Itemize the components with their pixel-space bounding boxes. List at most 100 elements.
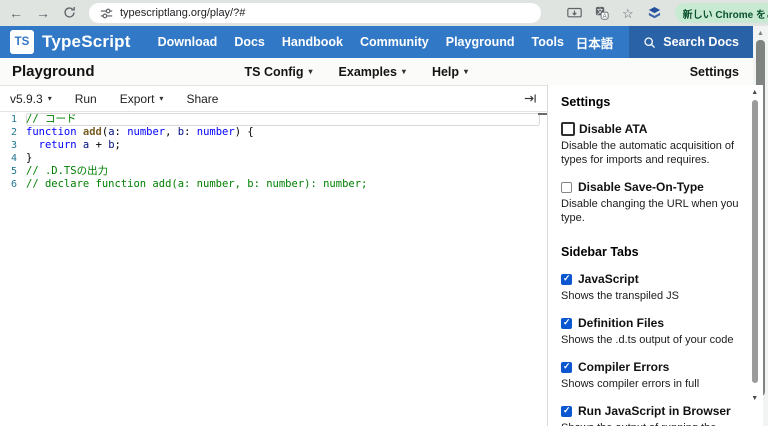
- chevron-down-icon: ▾: [464, 67, 468, 76]
- tune-icon[interactable]: [100, 7, 113, 20]
- sidebar-scrollbar-thumb[interactable]: [752, 100, 758, 383]
- chevron-down-icon: ▾: [402, 67, 406, 76]
- code-token: number: [127, 126, 165, 138]
- code-token: number: [197, 126, 235, 138]
- sidebar-title: Settings: [561, 95, 739, 109]
- menu-help[interactable]: Help▾: [432, 65, 468, 79]
- setting-item-javascript: JavaScriptShows the transpiled JS: [561, 272, 739, 303]
- code-line-2[interactable]: 2function add(a: number, b: number) {: [0, 126, 547, 139]
- setting-label: Definition Files: [578, 316, 664, 330]
- menu-label: Examples: [339, 65, 397, 79]
- nav-link-download[interactable]: Download: [158, 35, 218, 49]
- chevron-down-icon: ▾: [309, 67, 313, 76]
- code-line-text: function add(a: number, b: number) {: [26, 126, 540, 139]
- extension-icon[interactable]: [647, 6, 662, 21]
- code-token: ) {: [235, 126, 254, 138]
- tabs-list: JavaScriptShows the transpiled JS Definit…: [561, 272, 739, 426]
- code-line-4[interactable]: 4}: [0, 152, 547, 165]
- back-icon[interactable]: ←: [9, 6, 23, 20]
- setting-item-compiler-errors: Compiler Errors Shows compiler errors in …: [561, 360, 739, 391]
- code-line-text: // .D.TSの出力: [26, 165, 540, 178]
- export-label: Export: [120, 92, 155, 106]
- settings-link[interactable]: Settings: [690, 65, 739, 79]
- language-link[interactable]: 日本語: [576, 33, 614, 52]
- search-docs-button[interactable]: Search Docs: [629, 26, 753, 58]
- menu-label: TS Config: [245, 65, 304, 79]
- bookmark-star-icon[interactable]: ☆: [622, 7, 634, 20]
- typescript-logo[interactable]: TS: [10, 30, 34, 54]
- checkbox-javascript[interactable]: [561, 274, 572, 285]
- code-token: // .D.TSの出力: [26, 165, 108, 177]
- code-token: [26, 139, 39, 151]
- setting-item-definition-files: Definition Files Shows the .d.ts output o…: [561, 316, 739, 347]
- settings-list: Disable ATADisable the automatic acquisi…: [561, 122, 739, 225]
- code-token: // declare function add(a: number, b: nu…: [26, 178, 367, 190]
- code-line-5[interactable]: 5// .D.TSの出力: [0, 165, 547, 178]
- chrome-update-label: 新しい Chrome をご利用いただけます: [683, 6, 768, 21]
- scroll-up-icon[interactable]: ▲: [750, 88, 760, 97]
- forward-icon[interactable]: →: [36, 6, 50, 20]
- code-token: return: [39, 139, 77, 151]
- export-dropdown[interactable]: Export ▾: [120, 92, 164, 106]
- checkbox-run-javascript-in-browser[interactable]: [561, 406, 572, 417]
- code-line-text: }: [26, 152, 540, 165]
- nav-link-playground[interactable]: Playground: [446, 35, 515, 49]
- setting-row: Run JavaScript in Browser: [561, 404, 739, 418]
- checkbox-disable-save-on-type[interactable]: [561, 182, 572, 193]
- menu-examples[interactable]: Examples ▾: [339, 65, 406, 79]
- collapse-sidebar-icon[interactable]: [524, 93, 537, 104]
- scroll-up-icon[interactable]: ▲: [753, 29, 768, 39]
- checkbox-compiler-errors[interactable]: [561, 362, 572, 373]
- setting-label: Run JavaScript in Browser: [578, 404, 731, 418]
- setting-description: Shows compiler errors in full: [561, 377, 739, 391]
- code-line-3[interactable]: 3 return a + b;: [0, 139, 547, 152]
- code-line-6[interactable]: 6// declare function add(a: number, b: n…: [0, 178, 547, 191]
- translate-icon[interactable]: 文A: [595, 6, 609, 20]
- code-token: +: [89, 139, 108, 151]
- setting-item-run-javascript-in-browser: Run JavaScript in BrowserShows the outpu…: [561, 404, 739, 426]
- sidebar-tabs-title: Sidebar Tabs: [561, 245, 739, 259]
- nav-link-handbook[interactable]: Handbook: [282, 35, 343, 49]
- chevron-down-icon: ▾: [48, 94, 52, 103]
- setting-row: Disable ATA: [561, 122, 739, 136]
- brand-title[interactable]: TypeScript: [42, 32, 131, 52]
- playground-menus: TS Config▾Examples▾Help▾: [245, 65, 469, 79]
- browser-window: ← → typescriptlang.org/play/?# 文A ☆ 新しい …: [0, 0, 768, 426]
- setting-row: Definition Files: [561, 316, 739, 330]
- playground-header: Playground TS Config▾Examples▾Help▾ Sett…: [0, 58, 753, 85]
- run-button[interactable]: Run: [75, 92, 97, 106]
- chrome-update-button[interactable]: 新しい Chrome をご利用いただけます ⋮: [675, 3, 768, 23]
- code-token: }: [26, 152, 32, 164]
- version-dropdown[interactable]: v5.9.3 ▾: [10, 92, 52, 106]
- nav-link-docs[interactable]: Docs: [234, 35, 265, 49]
- send-to-device-icon[interactable]: [567, 7, 582, 20]
- menu-ts-config[interactable]: TS Config ▾: [245, 65, 313, 79]
- url-text: typescriptlang.org/play/?#: [120, 7, 245, 19]
- line-number: 2: [0, 126, 26, 139]
- code-token: :: [184, 126, 197, 138]
- code-token: function: [26, 126, 77, 138]
- setting-description: Shows the transpiled JS: [561, 289, 739, 303]
- setting-description: Shows the .d.ts output of your code: [561, 333, 739, 347]
- browser-toolbar: ← → typescriptlang.org/play/?# 文A ☆ 新しい …: [0, 0, 768, 26]
- search-label: Search Docs: [663, 35, 739, 49]
- code-line-1[interactable]: 1// コード: [0, 113, 547, 126]
- nav-link-community[interactable]: Community: [360, 35, 429, 49]
- nav-link-tools[interactable]: Tools: [532, 35, 564, 49]
- checkbox-disable-ata[interactable]: [561, 122, 575, 136]
- setting-item-disable-save-on-type: Disable Save-On-TypeDisable changing the…: [561, 180, 739, 225]
- address-bar[interactable]: typescriptlang.org/play/?#: [89, 3, 541, 23]
- checkbox-definition-files[interactable]: [561, 318, 572, 329]
- version-label: v5.9.3: [10, 92, 43, 106]
- line-number: 5: [0, 165, 26, 178]
- editor-toolbar: v5.9.3 ▾ Run Export ▾ Share: [0, 86, 547, 112]
- code-token: :: [115, 126, 128, 138]
- code-area[interactable]: 1// コード2function add(a: number, b: numbe…: [0, 112, 547, 426]
- share-button[interactable]: Share: [186, 92, 218, 106]
- sidebar-scrollbar[interactable]: ▲ ▼: [750, 88, 760, 426]
- line-number: 1: [0, 113, 26, 126]
- reload-icon[interactable]: [63, 6, 76, 21]
- setting-row: Compiler Errors: [561, 360, 739, 374]
- code-line-text: // コード: [26, 113, 540, 126]
- scroll-down-icon[interactable]: ▼: [750, 394, 760, 403]
